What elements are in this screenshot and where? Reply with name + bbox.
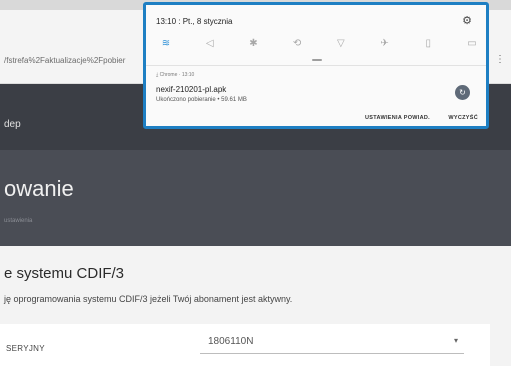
quick-toggles: ≋ ◁ ✱ ⟲ ▽ ✈ ▯ ▭ [158,35,480,51]
sound-off-icon[interactable]: ◁ [202,35,218,51]
clear-button[interactable]: WYCZYŚĆ [448,115,478,121]
section-description: ję oprogramowania systemu CDIF/3 jeżeli … [4,294,293,304]
battery-saver-icon[interactable]: ▯ [420,35,436,51]
drag-handle[interactable] [312,59,322,61]
wifi-icon[interactable]: ≋ [158,35,174,51]
browser-menu-icon[interactable]: ⋮ [495,54,505,65]
serial-value: 1806110N [208,336,254,347]
section-title: e systemu CDIF/3 [4,265,125,282]
bluetooth-icon[interactable]: ✱ [245,35,261,51]
url-text[interactable]: /fstrefa%2Faktualizacje%2Fpobier [4,56,125,65]
notification-app: ⤓ Chrome · 13:10 [156,72,195,78]
divider [146,65,486,66]
time-date: 13:10 : Pt., 8 stycznia [156,17,233,26]
serial-label: SERYJNY [6,344,45,353]
flashlight-icon[interactable]: ▽ [333,35,349,51]
chevron-down-icon: ▾ [453,336,458,345]
main-content: e systemu CDIF/3 ję oprogramowania syste… [0,246,511,366]
serial-form: SERYJNY 1806110N ▾ [0,324,490,366]
notification-panel: 13:10 : Pt., 8 stycznia ⚙ ≋ ◁ ✱ ⟲ ▽ ✈ ▯ … [143,2,489,129]
gear-icon[interactable]: ⚙ [462,14,472,27]
rotate-icon[interactable]: ⟲ [289,35,305,51]
screen-icon[interactable]: ▭ [464,35,480,51]
page-title: owanie [4,176,74,201]
airplane-icon[interactable]: ✈ [377,35,393,51]
notification-title[interactable]: nexif-210201-pl.apk [156,85,226,94]
nav-title[interactable]: dep [4,119,21,130]
notification-settings-button[interactable]: USTAWIENIA POWIAD. [365,115,430,121]
serial-select[interactable]: 1806110N ▾ [200,332,464,354]
notification-status: Ukończono pobieranie • 59.61 MB [156,97,247,103]
download-action-icon[interactable]: ↻ [455,85,470,100]
page-hero: owanie ustawienia [0,150,511,246]
page-subtitle: ustawienia [4,218,33,224]
